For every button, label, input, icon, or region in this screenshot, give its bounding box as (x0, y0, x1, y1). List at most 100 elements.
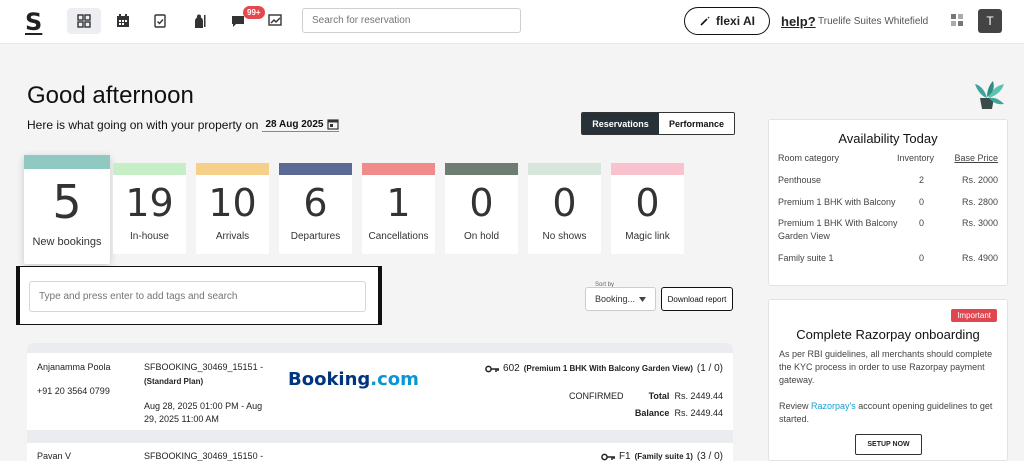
app-logo[interactable]: S (25, 8, 42, 36)
balance-amount: Balance Rs. 2449.44 (635, 408, 723, 418)
housekeeping-icon[interactable] (182, 8, 216, 34)
greeting-title: Good afternoon (27, 82, 194, 109)
stay-dates: Aug 28, 2025 01:00 PM - Aug 29, 2025 11:… (144, 401, 263, 424)
stat-color-strip (196, 163, 269, 175)
tab-reservations[interactable]: Reservations (582, 113, 659, 134)
stat-card-arrivals[interactable]: 10 Arrivals (196, 163, 269, 254)
source-suffix: .com (370, 369, 419, 390)
stat-value: 5 (52, 175, 82, 229)
stat-label: Cancellations (368, 231, 429, 242)
razorpay-title: Complete Razorpay onboarding (796, 327, 980, 342)
stat-color-strip (24, 155, 110, 169)
reservation-row[interactable]: Pavan V SFBOOKING_30469_15150 - F1 (Fami… (27, 443, 733, 461)
stat-label: Arrivals (215, 231, 250, 242)
total-value: Rs. 2449.44 (674, 391, 723, 401)
booking-source-logo: Booking.com (288, 369, 419, 390)
property-name[interactable]: Truelife Suites Whitefield (818, 16, 928, 27)
subline-text: Here is what going on with your property… (27, 118, 259, 132)
stat-card-on-hold[interactable]: 0 On hold (445, 163, 518, 254)
tag-search-input[interactable] (29, 281, 366, 312)
stat-label: In-house (130, 231, 169, 242)
stat-color-strip (445, 163, 518, 175)
stat-color-strip (528, 163, 601, 175)
stat-label: Departures (290, 231, 341, 242)
stat-card-magic-link[interactable]: 0 Magic link (611, 163, 684, 254)
stat-label: New bookings (32, 236, 102, 248)
room-inventory: 2 (919, 175, 925, 185)
sort-select[interactable]: Booking... (585, 287, 656, 311)
stat-label: Magic link (625, 231, 670, 242)
razorpay-guidelines-link[interactable]: Razorpay's (811, 401, 856, 411)
stat-value: 0 (552, 181, 577, 225)
guest-name: Pavan V (37, 451, 72, 461)
download-report-button[interactable]: Download report (661, 287, 733, 311)
room-count: (1 / 0) (696, 363, 723, 374)
selected-date: 28 Aug 2025 (265, 118, 324, 130)
stat-card-cancellations[interactable]: 1 Cancellations (362, 163, 435, 254)
razorpay-description: As per RBI guidelines, all merchants sho… (779, 349, 993, 385)
rate-plan: (Standard Plan) (144, 377, 204, 386)
review-prefix: Review (779, 401, 809, 411)
availability-title: Availability Today (838, 131, 938, 146)
balance-label: Balance (634, 408, 670, 418)
stat-value: 6 (303, 181, 328, 225)
room-category: Premium 1 BHK with Balcony (778, 197, 896, 207)
room-type: (Premium 1 BHK With Balcony Garden View) (523, 364, 693, 373)
stat-color-strip (611, 163, 684, 175)
col-room-category: Room category (778, 153, 840, 163)
reports-icon[interactable] (258, 8, 292, 34)
room-price: Rs. 3000 (961, 218, 998, 228)
col-inventory: Inventory (897, 153, 935, 163)
reservation-row[interactable]: Anjanamma Poola +91 20 3564 0799 SFBOOKI… (27, 353, 733, 430)
user-avatar[interactable]: T (978, 9, 1002, 33)
key-icon (601, 453, 615, 460)
tab-performance[interactable]: Performance (659, 113, 734, 134)
stat-value: 0 (635, 181, 660, 225)
booking-id: SFBOOKING_30469_15150 - (144, 451, 264, 461)
apps-grid-icon[interactable] (951, 14, 963, 26)
stat-color-strip (113, 163, 186, 175)
calendar-picker-icon (327, 119, 340, 130)
top-navbar: S 99+ flexi AI help? Truelife Suites Whi… (0, 0, 1024, 44)
razorpay-onboarding-card: Important Complete Razorpay onboarding A… (768, 299, 1008, 461)
calendar-icon[interactable] (106, 8, 140, 34)
col-base-price[interactable]: Base Price (954, 153, 998, 163)
stat-value: 19 (125, 181, 174, 225)
date-picker[interactable]: 28 Aug 2025 (262, 118, 340, 132)
reservation-search-input[interactable] (302, 8, 521, 33)
guest-phone: +91 20 3564 0799 (37, 386, 110, 396)
stat-card-no-shows[interactable]: 0 No shows (528, 163, 601, 254)
room-category: Premium 1 BHK With Balcony Garden View (778, 218, 898, 241)
stat-card-in-house[interactable]: 19 In-house (113, 163, 186, 254)
help-link[interactable]: help? (781, 14, 816, 29)
tag-search-box (16, 266, 382, 325)
stat-card-departures[interactable]: 6 Departures (279, 163, 352, 254)
room-price: Rs. 2800 (961, 197, 998, 207)
messages-icon[interactable]: 99+ (221, 6, 265, 34)
flexi-ai-label: flexi AI (716, 14, 755, 28)
booking-id: SFBOOKING_30469_15151 - (144, 362, 264, 372)
stat-label: On hold (463, 231, 500, 242)
important-badge: Important (951, 309, 997, 322)
room-count: (3 / 0) (696, 451, 723, 461)
tasks-icon[interactable] (143, 8, 177, 34)
room-inventory: 0 (919, 218, 925, 228)
dashboard-icon[interactable] (67, 8, 101, 34)
razorpay-review-text: Review Razorpay's account opening guidel… (779, 400, 1001, 426)
room-category: Penthouse (778, 175, 822, 185)
room-info: F1 (Family suite 1) (3 / 0) (601, 451, 723, 461)
source-name: Booking (288, 369, 371, 390)
magic-wand-icon (700, 16, 711, 26)
key-icon (485, 365, 500, 372)
plant-illustration-icon (975, 81, 1004, 109)
flexi-ai-button[interactable]: flexi AI (684, 7, 770, 35)
balance-value: Rs. 2449.44 (674, 408, 723, 418)
room-price: Rs. 4900 (961, 253, 998, 263)
stat-card-new-bookings[interactable]: 5 New bookings (24, 155, 110, 264)
sort-select-value: Booking... (595, 294, 636, 304)
setup-now-button[interactable]: SETUP NOW (855, 434, 922, 455)
greeting-subline: Here is what going on with your property… (27, 118, 340, 132)
total-label: Total (648, 391, 670, 401)
room-number: 602 (503, 363, 520, 374)
booking-status: CONFIRMED (569, 391, 624, 401)
